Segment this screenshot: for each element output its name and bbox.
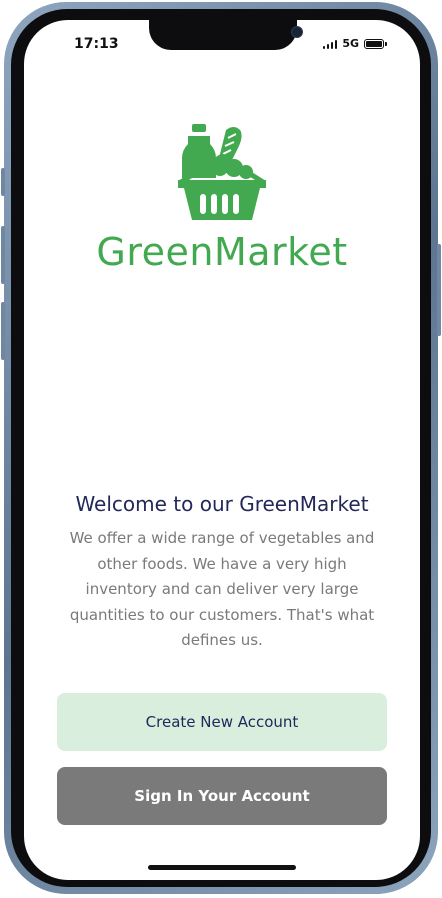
side-button-mute <box>1 168 5 196</box>
sign-in-button[interactable]: Sign In Your Account <box>57 767 387 825</box>
side-button-volume-up <box>1 226 5 284</box>
app-screen: 17:13 5G GreenMarket Welcome to our Gree… <box>24 20 420 880</box>
network-label: 5G <box>342 37 359 50</box>
create-account-button[interactable]: Create New Account <box>57 693 387 751</box>
signal-icon <box>322 39 338 49</box>
status-time: 17:13 <box>74 36 119 52</box>
side-button-power <box>437 244 441 336</box>
side-button-volume-down <box>1 302 5 360</box>
welcome-title: Welcome to our GreenMarket <box>75 492 369 516</box>
welcome-description: We offer a wide range of vegetables and … <box>69 529 375 649</box>
camera-icon <box>291 26 303 38</box>
brand-name: GreenMarket <box>96 230 348 274</box>
grocery-basket-icon <box>178 124 266 220</box>
battery-icon <box>364 38 387 49</box>
status-indicators: 5G <box>322 37 387 50</box>
notch <box>149 20 303 50</box>
home-indicator[interactable] <box>148 865 296 870</box>
